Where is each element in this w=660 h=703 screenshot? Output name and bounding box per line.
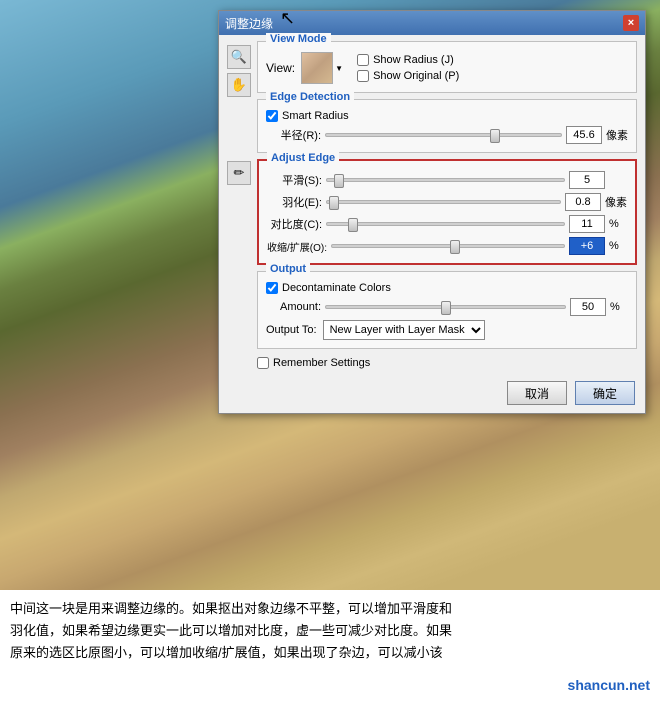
watermark-ext: .net <box>625 677 650 693</box>
contrast-thumb[interactable] <box>348 218 358 232</box>
close-button[interactable]: × <box>623 15 639 31</box>
remember-settings-label: Remember Settings <box>273 357 370 369</box>
smooth-slider[interactable] <box>326 178 565 182</box>
bottom-text-line3: 原来的选区比原图小，可以增加收缩/扩展值，如果出现了杂边，可以减小该 <box>10 642 650 664</box>
amount-value: 50 <box>570 298 606 316</box>
contrast-row: 对比度(C): 11 % <box>267 215 627 233</box>
feather-value: 0.8 <box>565 193 601 211</box>
dialog-body: 🔍 ✋ ✏ View Mode View: ▼ <box>219 35 645 413</box>
title-bar: 调整边缘 × <box>219 11 645 35</box>
adjust-edge-section: Adjust Edge 平滑(S): 5 羽化(E): <box>257 159 637 265</box>
contrast-unit: % <box>609 218 627 230</box>
output-content: Decontaminate Colors Amount: 50 % Output… <box>266 282 628 340</box>
radius-slider[interactable] <box>325 133 562 137</box>
buttons-row: 取消 确定 <box>257 381 637 405</box>
edge-detection-section: Edge Detection Smart Radius 半径(R): 45.6 … <box>257 99 637 153</box>
decontaminate-row: Decontaminate Colors <box>266 282 628 294</box>
shift-edge-label: 收缩/扩展(O): <box>267 239 327 254</box>
radius-label: 半径(R): <box>266 127 321 143</box>
watermark-text: shancun <box>568 677 626 693</box>
view-label: View: <box>266 61 295 75</box>
feather-thumb[interactable] <box>329 196 339 210</box>
bottom-text-line2: 羽化值，如果希望边缘更实一此可以增加对比度，虚一些可减少对比度。如果 <box>10 620 650 642</box>
dialog-title: 调整边缘 <box>225 15 273 32</box>
hand-tool[interactable]: ✋ <box>227 73 251 97</box>
feather-slider[interactable] <box>326 200 561 204</box>
remember-settings-checkbox[interactable] <box>257 357 269 369</box>
output-to-label: Output To: <box>266 324 317 336</box>
adjust-edge-rows: 平滑(S): 5 羽化(E): 0.8 像素 <box>267 171 627 255</box>
right-content: View Mode View: ▼ Show Radius (J) <box>257 41 637 405</box>
edge-detection-label: Edge Detection <box>266 91 354 103</box>
shift-edge-value: +6 <box>569 237 605 255</box>
smooth-thumb[interactable] <box>334 174 344 188</box>
view-mode-label: View Mode <box>266 33 331 45</box>
smart-radius-row: Smart Radius <box>266 110 628 122</box>
show-original-label: Show Original (P) <box>373 70 459 82</box>
left-toolbar: 🔍 ✋ ✏ <box>227 41 253 405</box>
smart-radius-checkbox[interactable] <box>266 110 278 122</box>
show-radius-checkbox[interactable] <box>357 54 369 66</box>
dropdown-arrow-icon: ▼ <box>335 64 343 73</box>
decontaminate-label: Decontaminate Colors <box>282 282 391 294</box>
amount-unit: % <box>610 301 628 313</box>
brush-tool[interactable]: ✏ <box>227 161 251 185</box>
bottom-text-line1: 中间这一块是用来调整边缘的。如果抠出对象边缘不平整，可以增加平滑度和 <box>10 598 650 620</box>
confirm-button[interactable]: 确定 <box>575 381 635 405</box>
radius-unit: 像素 <box>606 127 628 143</box>
feather-unit: 像素 <box>605 194 627 210</box>
view-mode-row: View: ▼ Show Radius (J) Show Original (P… <box>266 52 628 84</box>
decontaminate-checkbox[interactable] <box>266 282 278 294</box>
view-thumbnail <box>301 52 333 84</box>
show-original-row: Show Original (P) <box>357 70 459 82</box>
adjust-edge-dialog: 调整边缘 × 🔍 ✋ ✏ View Mode View: ▼ <box>218 10 646 414</box>
output-section: Output Decontaminate Colors Amount: 50 % <box>257 271 637 349</box>
watermark: shancun.net <box>568 674 650 698</box>
radius-slider-row: 半径(R): 45.6 像素 <box>266 126 628 144</box>
view-checkboxes: Show Radius (J) Show Original (P) <box>357 54 459 82</box>
smooth-row: 平滑(S): 5 <box>267 171 627 189</box>
shift-edge-unit: % <box>609 240 627 252</box>
contrast-slider[interactable] <box>326 222 565 226</box>
contrast-label: 对比度(C): <box>267 216 322 232</box>
show-original-checkbox[interactable] <box>357 70 369 82</box>
feather-label: 羽化(E): <box>267 194 322 210</box>
magnify-tool[interactable]: 🔍 <box>227 45 251 69</box>
amount-label: Amount: <box>266 301 321 313</box>
shift-edge-thumb[interactable] <box>450 240 460 254</box>
amount-row: Amount: 50 % <box>266 298 628 316</box>
smooth-label: 平滑(S): <box>267 172 322 188</box>
amount-slider[interactable] <box>325 305 566 309</box>
radius-thumb[interactable] <box>490 129 500 143</box>
radius-value: 45.6 <box>566 126 602 144</box>
feather-row: 羽化(E): 0.8 像素 <box>267 193 627 211</box>
output-to-select[interactable]: New Layer with Layer Mask Selection Laye… <box>323 320 485 340</box>
amount-thumb[interactable] <box>441 301 451 315</box>
cancel-button[interactable]: 取消 <box>507 381 567 405</box>
shift-edge-slider[interactable] <box>331 244 565 248</box>
show-radius-row: Show Radius (J) <box>357 54 459 66</box>
view-mode-section: View Mode View: ▼ Show Radius (J) <box>257 41 637 93</box>
smart-radius-label: Smart Radius <box>282 110 349 122</box>
output-to-row: Output To: New Layer with Layer Mask Sel… <box>266 320 628 340</box>
shift-edge-row: 收缩/扩展(O): +6 % <box>267 237 627 255</box>
view-thumbnail-dropdown[interactable]: ▼ <box>301 52 343 84</box>
remember-settings-row: Remember Settings <box>257 357 637 369</box>
contrast-value: 11 <box>569 215 605 233</box>
bottom-text-area: 中间这一块是用来调整边缘的。如果抠出对象边缘不平整，可以增加平滑度和 羽化值，如… <box>0 590 660 703</box>
show-radius-label: Show Radius (J) <box>373 54 454 66</box>
output-label: Output <box>266 263 310 275</box>
smooth-value: 5 <box>569 171 605 189</box>
adjust-edge-label: Adjust Edge <box>267 152 339 164</box>
